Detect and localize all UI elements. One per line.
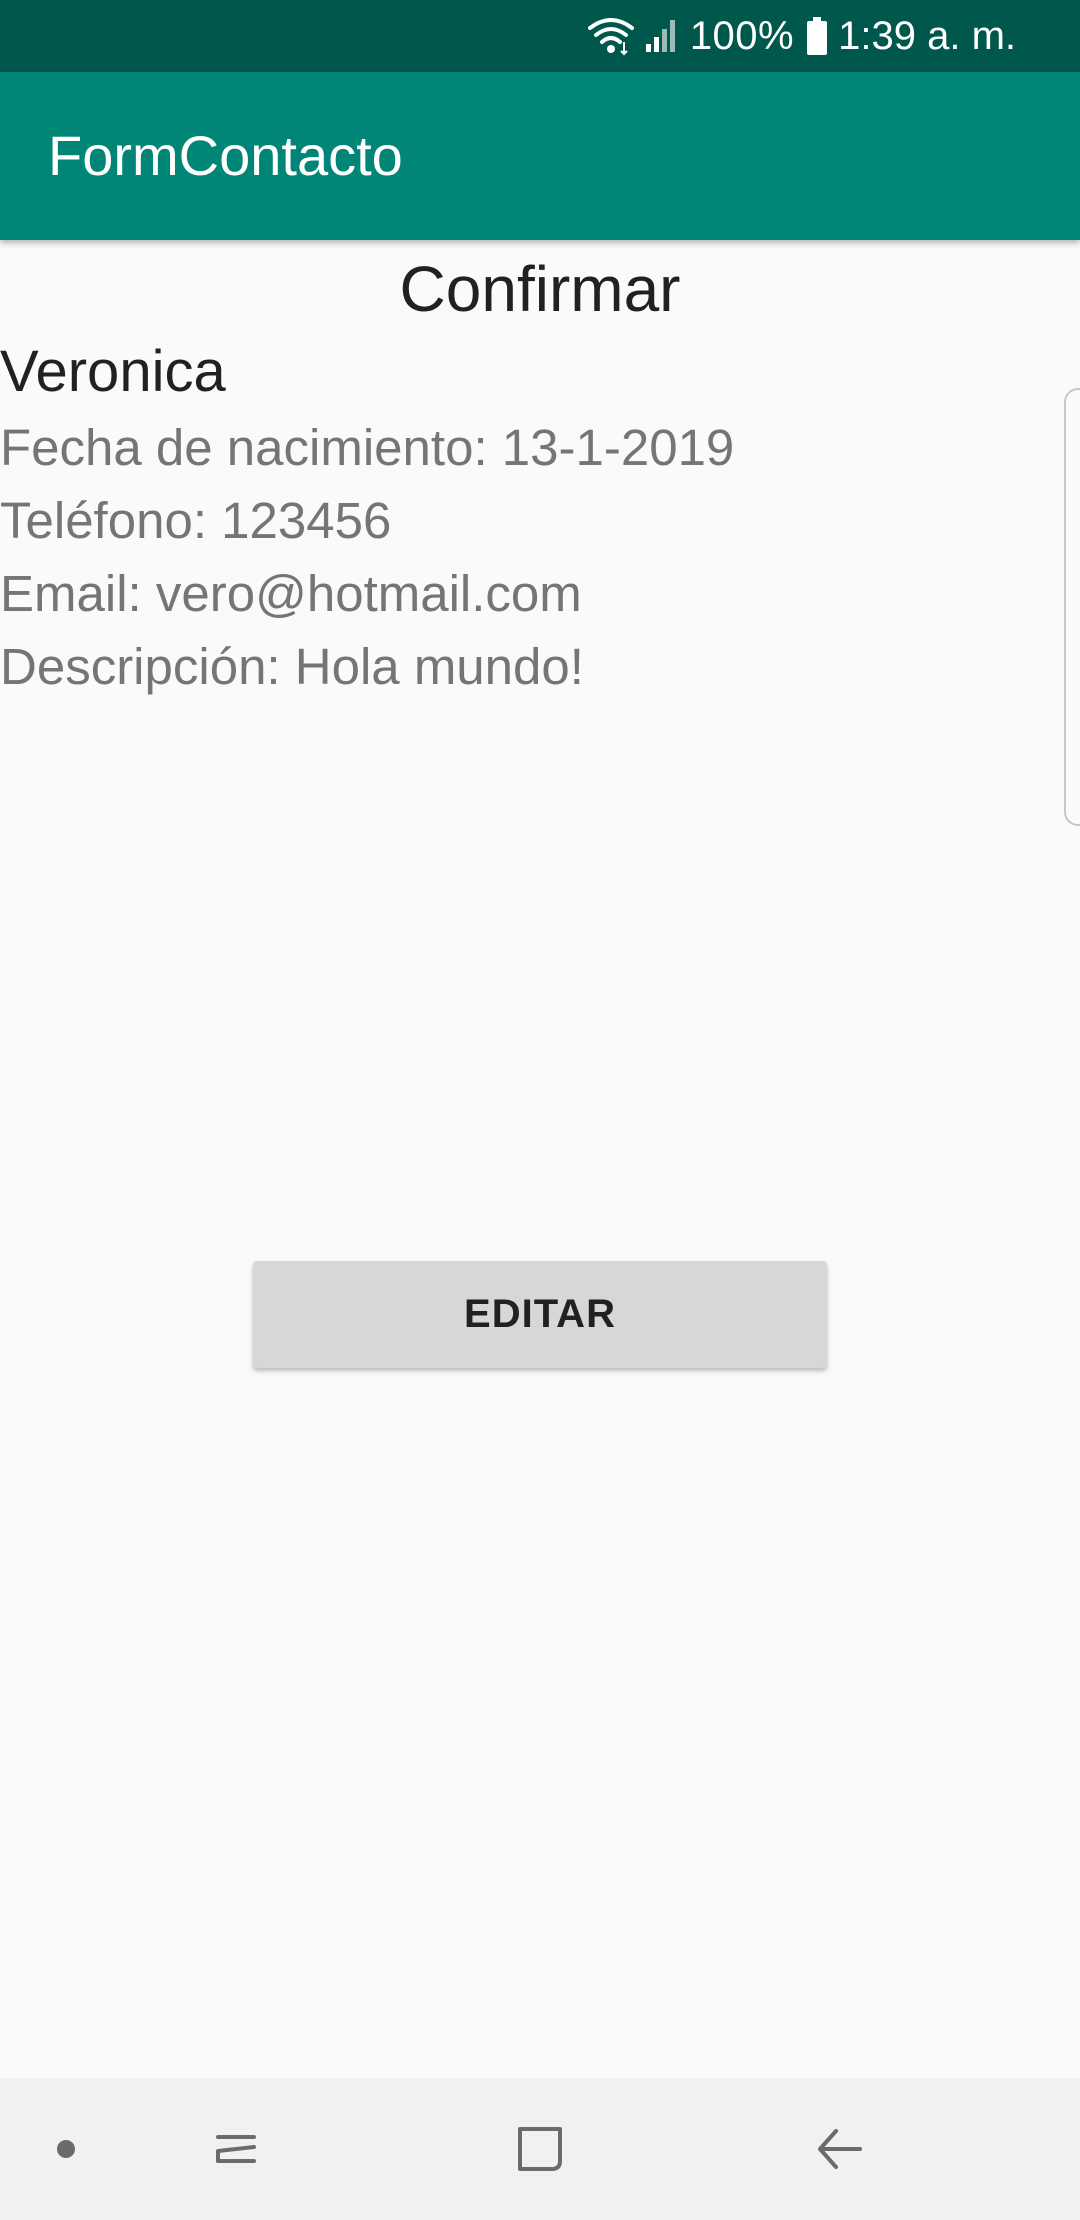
description-text: Descripción: Hola mundo!	[0, 638, 584, 695]
edge-panel-handle[interactable]	[1064, 388, 1080, 826]
battery-icon	[806, 16, 828, 56]
edit-button[interactable]: EDITAR	[253, 1261, 827, 1368]
signal-icon	[644, 18, 680, 54]
clock: 1:39 a. m.	[838, 13, 1016, 58]
status-bar: 100% 1:39 a. m.	[0, 0, 1080, 72]
app-title: FormContacto	[48, 124, 403, 187]
email-text: Email: vero@hotmail.com	[0, 565, 582, 622]
app-bar: FormContacto	[0, 72, 1080, 240]
home-dot-icon[interactable]	[36, 2078, 96, 2220]
recent-apps-icon[interactable]	[196, 2078, 276, 2220]
navigation-bar	[0, 2078, 1080, 2220]
page-title: Confirmar	[399, 253, 681, 325]
contact-name: Veronica	[0, 339, 226, 404]
wifi-icon	[587, 16, 634, 56]
overview-icon[interactable]	[500, 2078, 580, 2220]
confirm-content: Confirmar Veronica Fecha de nacimiento: …	[0, 240, 1080, 2078]
phone-text: Teléfono: 123456	[0, 492, 392, 549]
battery-percent: 100%	[689, 13, 795, 58]
birthdate-text: Fecha de nacimiento: 13-1-2019	[0, 419, 735, 476]
back-icon[interactable]	[800, 2078, 880, 2220]
